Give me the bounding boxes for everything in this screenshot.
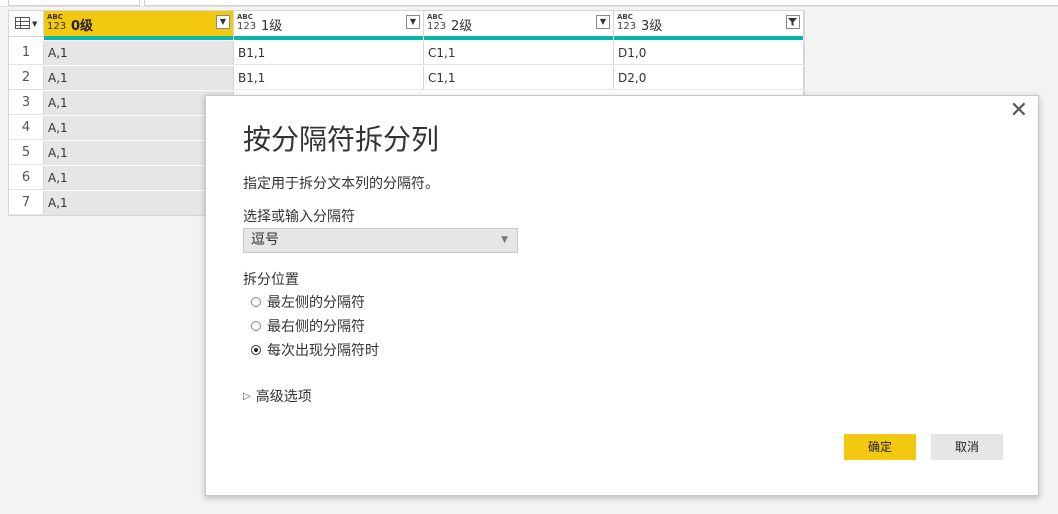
- column-name: 3级: [641, 19, 663, 34]
- advanced-options-label: 高级选项: [255, 389, 312, 405]
- dialog-subtitle: 指定用于拆分文本列的分隔符。: [243, 176, 439, 192]
- table-cell[interactable]: D1,0: [614, 41, 804, 65]
- column-quality-bar: [44, 36, 233, 40]
- row-number: 7: [9, 191, 44, 215]
- radio-label: 每次出现分隔符时: [267, 343, 379, 359]
- formula-bar[interactable]: [144, 0, 1058, 6]
- column-header-1[interactable]: ABC 123 1级 ▼: [234, 11, 424, 40]
- radio-label: 最右侧的分隔符: [267, 319, 365, 335]
- table-cell[interactable]: C1,1: [424, 66, 614, 90]
- row-number: 5: [9, 141, 44, 165]
- row-number: 3: [9, 91, 44, 115]
- radio-leftmost[interactable]: 最左侧的分隔符: [251, 292, 365, 312]
- delimiter-value: 逗号: [251, 232, 279, 248]
- text-number-type-icon[interactable]: ABC 123: [617, 13, 639, 33]
- column-header-3[interactable]: ABC 123 3级: [614, 11, 804, 40]
- table-cell[interactable]: B1,1: [234, 41, 424, 65]
- column-header-0[interactable]: ABC 123 0级 ▼: [44, 11, 234, 40]
- close-icon[interactable]: ✕: [1010, 98, 1028, 123]
- table-cell[interactable]: A,1: [44, 66, 234, 90]
- radio-each-occurrence[interactable]: 每次出现分隔符时: [251, 340, 379, 360]
- table-cell[interactable]: A,1: [44, 41, 234, 65]
- row-number: 2: [9, 66, 44, 90]
- text-number-type-icon[interactable]: ABC 123: [427, 13, 449, 33]
- table-menu-button[interactable]: ▼: [9, 11, 44, 37]
- row-number: 4: [9, 116, 44, 140]
- radio-label: 最左侧的分隔符: [267, 295, 365, 311]
- chevron-down-icon[interactable]: ▼: [216, 15, 230, 29]
- split-position-label: 拆分位置: [243, 272, 299, 288]
- chevron-right-icon: ▷: [243, 390, 251, 402]
- table-icon: [15, 17, 30, 29]
- radio-button-icon[interactable]: [251, 321, 261, 331]
- advanced-options-toggle[interactable]: ▷ 高级选项: [243, 386, 312, 406]
- chevron-down-icon: ▼: [501, 235, 508, 245]
- column-name: 1级: [261, 19, 283, 34]
- text-number-type-icon[interactable]: ABC 123: [237, 13, 259, 33]
- radio-rightmost[interactable]: 最右侧的分隔符: [251, 316, 365, 336]
- table-cell[interactable]: B1,1: [234, 66, 424, 90]
- row-number: 1: [9, 41, 44, 65]
- ok-button[interactable]: 确定: [844, 434, 916, 460]
- chevron-down-icon: ▼: [32, 20, 38, 28]
- column-name: 2级: [451, 19, 473, 34]
- delimiter-label: 选择或输入分隔符: [243, 209, 355, 225]
- table-cell[interactable]: C1,1: [424, 41, 614, 65]
- row-number: 6: [9, 166, 44, 190]
- column-quality-bar: [424, 36, 613, 40]
- radio-selected-icon[interactable]: [251, 345, 261, 355]
- split-column-dialog: ✕ 按分隔符拆分列 指定用于拆分文本列的分隔符。 选择或输入分隔符 逗号 ▼ 拆…: [205, 95, 1039, 496]
- column-header-2[interactable]: ABC 123 2级 ▼: [424, 11, 614, 40]
- dialog-title: 按分隔符拆分列: [243, 123, 440, 156]
- top-toolbar-strip: [0, 0, 1058, 7]
- chevron-down-icon[interactable]: ▼: [596, 15, 610, 29]
- filter-icon[interactable]: [786, 15, 800, 29]
- table-cell[interactable]: D2,0: [614, 66, 804, 90]
- chevron-down-icon[interactable]: ▼: [406, 15, 420, 29]
- column-name: 0级: [71, 19, 94, 34]
- text-number-type-icon[interactable]: ABC 123: [47, 13, 69, 33]
- name-box[interactable]: [8, 0, 140, 6]
- delimiter-select[interactable]: 逗号 ▼: [243, 228, 518, 253]
- column-quality-bar: [234, 36, 423, 40]
- radio-button-icon[interactable]: [251, 297, 261, 307]
- column-quality-bar: [614, 36, 803, 40]
- cancel-button[interactable]: 取消: [931, 434, 1003, 460]
